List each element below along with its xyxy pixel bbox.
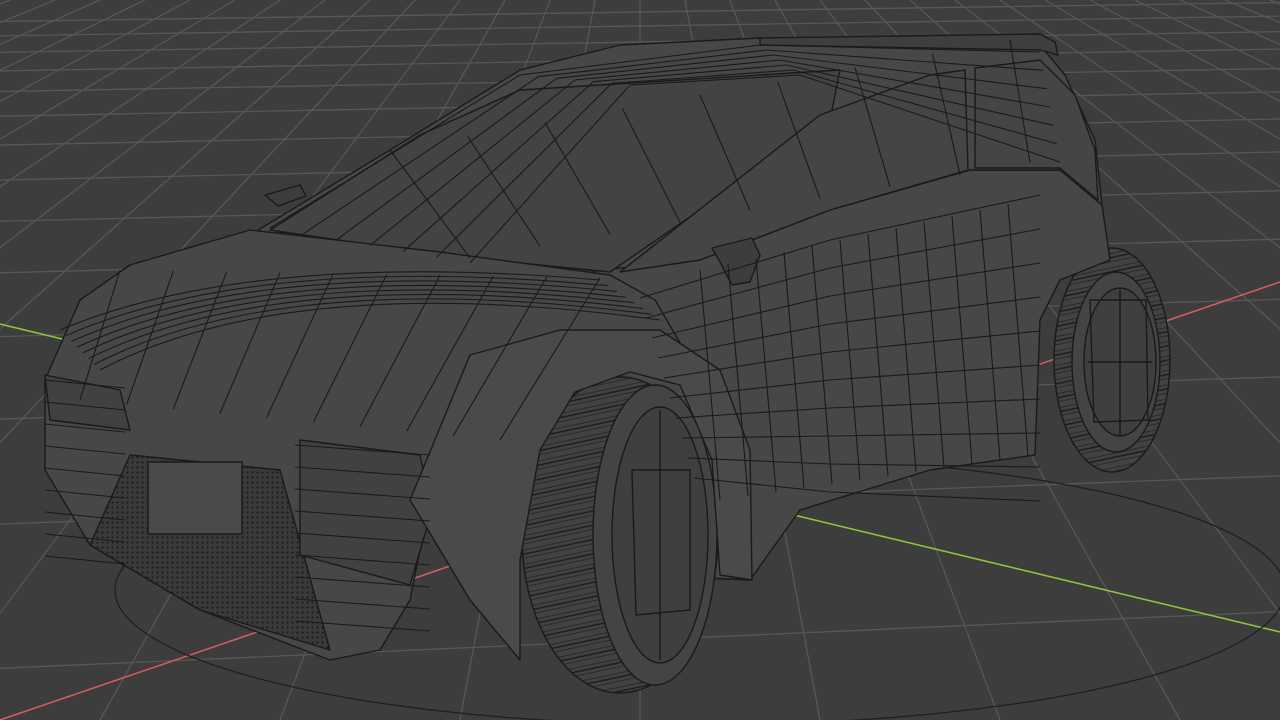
3d-viewport[interactable] xyxy=(0,0,1280,720)
license-plate xyxy=(147,461,243,535)
viewport-scene[interactable] xyxy=(0,0,1280,720)
car-wireframe-mesh[interactable] xyxy=(44,33,1171,694)
rear-wheel[interactable] xyxy=(1053,247,1171,473)
grid-line-depth xyxy=(0,0,56,24)
rear-mirror-stub xyxy=(264,184,307,207)
